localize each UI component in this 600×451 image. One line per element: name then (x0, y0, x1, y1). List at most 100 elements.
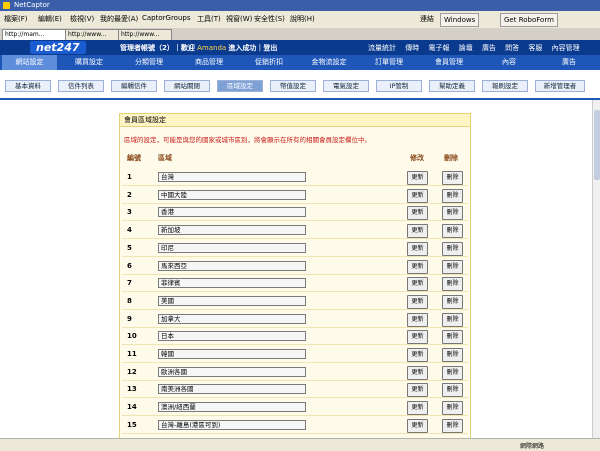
user-name: Amanda (197, 44, 227, 52)
status-bar: 網際網路 (0, 438, 600, 451)
delete-button[interactable]: 刪除 (442, 294, 463, 309)
update-button[interactable]: 更新 (407, 241, 428, 256)
menu-edit[interactable]: 編輯(E) (38, 14, 62, 24)
site-logo[interactable]: net247 (30, 41, 86, 54)
delete-button[interactable]: 刪除 (442, 401, 463, 416)
link-content[interactable]: 內容管理 (552, 44, 580, 52)
update-button[interactable]: 更新 (407, 330, 428, 345)
region-input[interactable] (158, 331, 306, 342)
menu-tools[interactable]: 工具(T) (197, 14, 221, 24)
subnav-ip-control[interactable]: IP管制 (376, 80, 422, 92)
table-row: 8 更新刪除 (120, 293, 470, 310)
nav-members[interactable]: 會員管理 (420, 55, 478, 70)
update-button[interactable]: 更新 (407, 348, 428, 362)
menu-file[interactable]: 檔案(F) (4, 14, 28, 24)
update-button[interactable]: 更新 (407, 312, 428, 327)
update-button[interactable]: 更新 (407, 224, 428, 239)
link-chat[interactable]: 傳時 (405, 44, 419, 52)
update-button[interactable]: 更新 (407, 383, 428, 398)
link-forum[interactable]: 論壇 (459, 44, 473, 52)
row-number: 11 (127, 350, 137, 358)
subnav-basic-info[interactable]: 基本資料 (5, 80, 51, 92)
subnav-region-settings[interactable]: 區域設定 (217, 80, 263, 92)
region-input[interactable] (158, 402, 306, 413)
region-input[interactable] (158, 295, 306, 306)
subnav-help-define[interactable]: 幫助定義 (429, 80, 475, 92)
subnav-electric[interactable]: 電氣設定 (323, 80, 369, 92)
region-input[interactable] (158, 349, 306, 359)
region-input[interactable] (158, 207, 306, 218)
table-row: 13 更新刪除 (120, 381, 470, 398)
menu-help[interactable]: 說明(H) (290, 14, 315, 24)
nav-purchase[interactable]: 購買設定 (60, 55, 118, 70)
delete-button[interactable]: 刪除 (442, 241, 463, 256)
menu-captorgroups[interactable]: CaptorGroups (142, 14, 190, 22)
nav-ads[interactable]: 廣告 (540, 55, 598, 70)
menu-view[interactable]: 檢視(V) (70, 14, 94, 24)
update-button[interactable]: 更新 (407, 418, 428, 433)
page-scrollbar[interactable] (592, 100, 600, 438)
update-button[interactable]: 更新 (407, 259, 428, 274)
update-button[interactable]: 更新 (407, 277, 428, 292)
link-traffic[interactable]: 流量統計 (368, 44, 396, 52)
delete-button[interactable]: 刪除 (442, 224, 463, 239)
subnav-add-admin[interactable]: 新增管理者 (535, 80, 585, 92)
delete-button[interactable]: 刪除 (442, 365, 463, 380)
region-input[interactable] (158, 384, 306, 395)
col-header-no: 編號 (127, 154, 141, 162)
subnav-currency[interactable]: 幣值設定 (270, 80, 316, 92)
update-button[interactable]: 更新 (407, 206, 428, 221)
subnav-site-close[interactable]: 網站關閉 (164, 80, 210, 92)
region-input[interactable] (158, 419, 306, 430)
region-input[interactable] (158, 242, 306, 253)
region-input[interactable] (158, 172, 306, 182)
menu-window[interactable]: 視窗(W) (226, 14, 252, 24)
subnav-edit-mail[interactable]: 編輯信件 (111, 80, 157, 92)
nav-promotion[interactable]: 促銷折扣 (240, 55, 298, 70)
delete-button[interactable]: 刪除 (442, 259, 463, 274)
region-input[interactable] (158, 225, 306, 236)
delete-button[interactable]: 刪除 (442, 312, 463, 327)
table-row: 11 更新刪除 (120, 346, 470, 363)
region-input[interactable] (158, 366, 306, 377)
delete-button[interactable]: 刪除 (442, 206, 463, 221)
info-suffix[interactable]: 進入成功｜登出 (228, 44, 277, 52)
link-ads[interactable]: 廣告 (482, 44, 496, 52)
delete-button[interactable]: 刪除 (442, 418, 463, 433)
app-icon (3, 2, 10, 9)
nav-product[interactable]: 商品管理 (180, 55, 238, 70)
nav-site-settings[interactable]: 網站設定 (2, 55, 57, 70)
scrollbar-thumb[interactable] (594, 110, 600, 180)
links-label[interactable]: 連結 (420, 14, 434, 24)
nav-orders[interactable]: 訂單管理 (360, 55, 418, 70)
region-input[interactable] (158, 278, 306, 289)
windows-link[interactable]: Windows (440, 13, 480, 27)
update-button[interactable]: 更新 (407, 294, 428, 309)
roboform-button[interactable]: Get RoboForm (500, 13, 558, 27)
link-newsletter[interactable]: 電子報 (428, 44, 449, 52)
delete-button[interactable]: 刪除 (442, 348, 463, 362)
nav-content[interactable]: 內容 (480, 55, 538, 70)
subnav-report-settings[interactable]: 報刷設定 (482, 80, 528, 92)
region-input[interactable] (158, 260, 306, 271)
update-button[interactable]: 更新 (407, 171, 428, 185)
table-row: 2 更新刪除 (120, 187, 470, 204)
region-input[interactable] (158, 313, 306, 324)
link-qa[interactable]: 問答 (505, 44, 519, 52)
subnav-mail-list[interactable]: 信件列表 (58, 80, 104, 92)
delete-button[interactable]: 刪除 (442, 171, 463, 185)
menu-security[interactable]: 安全性(S) (254, 14, 285, 24)
update-button[interactable]: 更新 (407, 401, 428, 416)
delete-button[interactable]: 刪除 (442, 188, 463, 203)
menu-favorites[interactable]: 我的最愛(A) (100, 14, 138, 24)
region-input[interactable] (158, 189, 306, 200)
delete-button[interactable]: 刪除 (442, 330, 463, 345)
update-button[interactable]: 更新 (407, 365, 428, 380)
link-service[interactable]: 客服 (528, 44, 542, 52)
nav-logistics[interactable]: 金物流設定 (300, 55, 358, 70)
table-row: 1 更新刪除 (120, 169, 470, 186)
update-button[interactable]: 更新 (407, 188, 428, 203)
delete-button[interactable]: 刪除 (442, 383, 463, 398)
nav-category[interactable]: 分類管理 (120, 55, 178, 70)
delete-button[interactable]: 刪除 (442, 277, 463, 292)
